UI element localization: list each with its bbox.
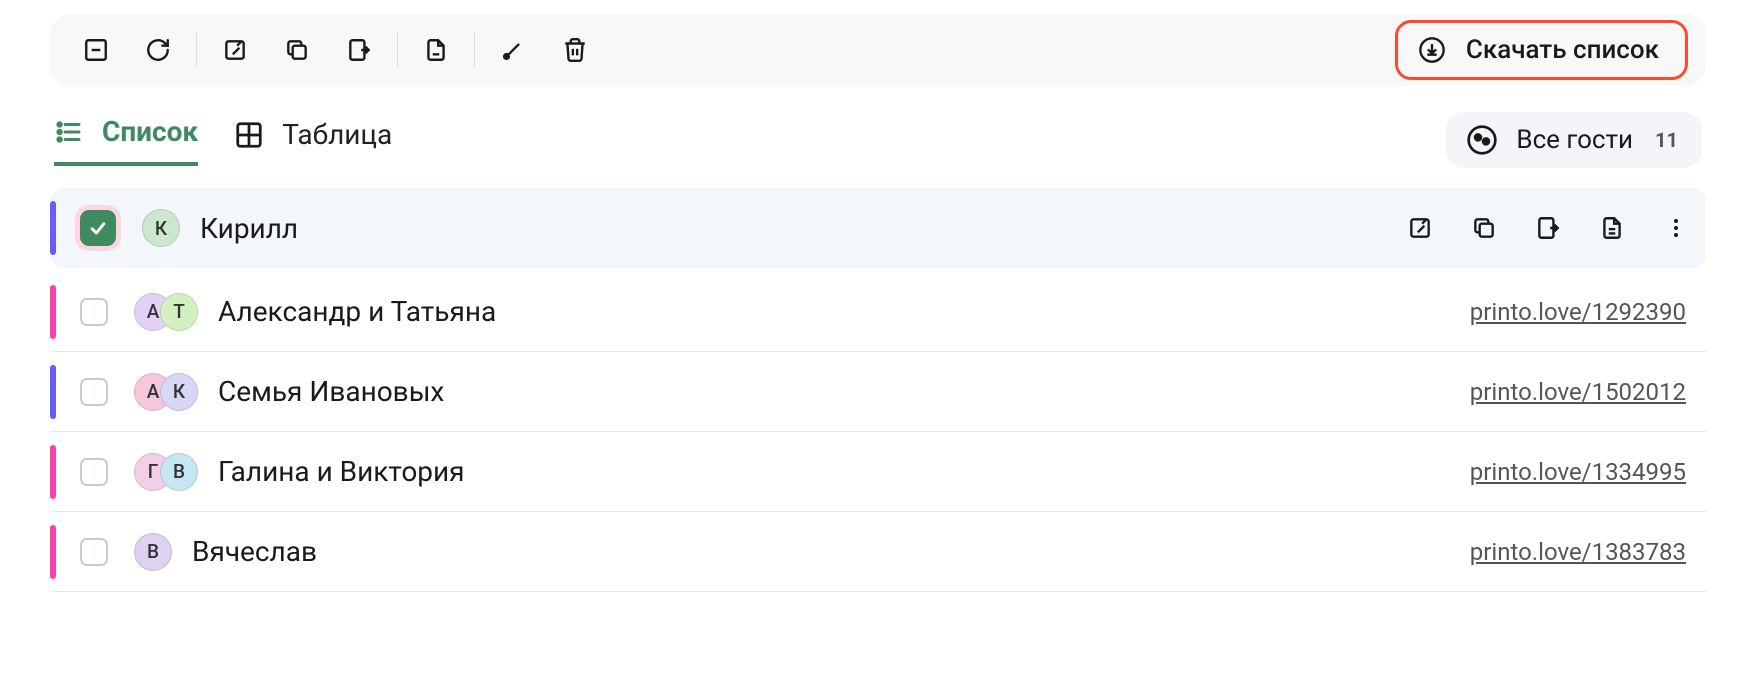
document-button[interactable] (408, 22, 464, 78)
copy-button[interactable] (269, 22, 325, 78)
color-button[interactable] (485, 22, 541, 78)
move-button[interactable] (331, 22, 387, 78)
avatar: В (134, 533, 172, 571)
guests-filter[interactable]: Все гости 11 (1446, 112, 1702, 168)
guest-row[interactable]: К Кирилл (50, 188, 1706, 268)
more-vertical-icon (1664, 216, 1688, 240)
edit-icon (1407, 215, 1433, 241)
guest-row[interactable]: А Т Александр и Татьяна printo.love/1292… (50, 272, 1706, 352)
move-icon (346, 37, 372, 63)
color-tag (50, 525, 56, 579)
download-icon (1418, 36, 1446, 64)
row-copy-button[interactable] (1464, 208, 1504, 248)
row-move-button[interactable] (1528, 208, 1568, 248)
copy-icon (284, 37, 310, 63)
delete-button[interactable] (547, 22, 603, 78)
avatar: К (142, 209, 180, 247)
row-actions (1400, 208, 1696, 248)
toolbar: Скачать список (50, 14, 1706, 86)
guest-row[interactable]: Г В Галина и Виктория printo.love/133499… (50, 432, 1706, 512)
tab-table-label: Таблица (282, 118, 392, 151)
guest-link[interactable]: printo.love/1383783 (1470, 538, 1686, 566)
tab-list[interactable]: Список (54, 115, 198, 166)
avatar-group: К (142, 209, 180, 247)
toolbar-divider (196, 33, 197, 67)
refresh-icon (145, 37, 171, 63)
refresh-button[interactable] (130, 22, 186, 78)
avatar-group: А К (134, 373, 198, 411)
avatar-group: Г В (134, 453, 198, 491)
color-tag (50, 365, 56, 419)
avatar: В (160, 453, 198, 491)
guests-filter-label: Все гости (1516, 125, 1633, 155)
brush-icon (500, 37, 526, 63)
color-tag (50, 445, 56, 499)
avatar: Т (160, 293, 198, 331)
row-checkbox[interactable] (80, 458, 108, 486)
guest-link[interactable]: printo.love/1502012 (1470, 378, 1686, 406)
guest-row[interactable]: А К Семья Ивановых printo.love/1502012 (50, 352, 1706, 432)
copy-icon (1471, 215, 1497, 241)
move-icon (1535, 215, 1561, 241)
row-more-button[interactable] (1656, 208, 1696, 248)
row-edit-button[interactable] (1400, 208, 1440, 248)
group-icon (1466, 124, 1498, 156)
color-tag (50, 285, 56, 339)
avatar: К (160, 373, 198, 411)
row-checkbox[interactable] (80, 378, 108, 406)
guest-name: Галина и Виктория (218, 455, 465, 488)
avatar-group: А Т (134, 293, 198, 331)
document-icon (423, 37, 449, 63)
toolbar-divider (397, 33, 398, 67)
toolbar-divider (474, 33, 475, 67)
select-partial-button[interactable] (68, 22, 124, 78)
guest-name: Александр и Татьяна (218, 295, 496, 328)
table-icon (234, 120, 264, 150)
document-icon (1599, 215, 1625, 241)
edit-icon (222, 37, 248, 63)
tab-table[interactable]: Таблица (234, 118, 392, 165)
row-document-button[interactable] (1592, 208, 1632, 248)
list-icon (54, 117, 84, 147)
guest-list: К Кирилл А Т Ал (50, 188, 1706, 592)
view-tabs: Список Таблица (54, 115, 392, 165)
edit-button[interactable] (207, 22, 263, 78)
color-tag (50, 201, 56, 255)
view-tabs-row: Список Таблица Все гости 11 (50, 112, 1706, 168)
guest-link[interactable]: printo.love/1334995 (1470, 458, 1686, 486)
avatar-group: В (134, 533, 172, 571)
guest-name: Кирилл (200, 212, 298, 245)
row-checkbox[interactable] (80, 298, 108, 326)
tab-list-label: Список (102, 115, 198, 148)
select-partial-icon (83, 37, 109, 63)
check-icon (88, 218, 108, 238)
row-checkbox[interactable] (80, 210, 116, 246)
guest-name: Вячеслав (192, 535, 317, 568)
download-list-label: Скачать список (1466, 35, 1659, 65)
trash-icon (562, 37, 588, 63)
guest-link[interactable]: printo.love/1292390 (1470, 298, 1686, 326)
download-list-button[interactable]: Скачать список (1395, 20, 1688, 80)
guest-name: Семья Ивановых (218, 375, 444, 408)
toolbar-left (68, 22, 603, 78)
guests-count: 11 (1651, 126, 1682, 154)
row-checkbox[interactable] (80, 538, 108, 566)
guest-row[interactable]: В Вячеслав printo.love/1383783 (50, 512, 1706, 592)
